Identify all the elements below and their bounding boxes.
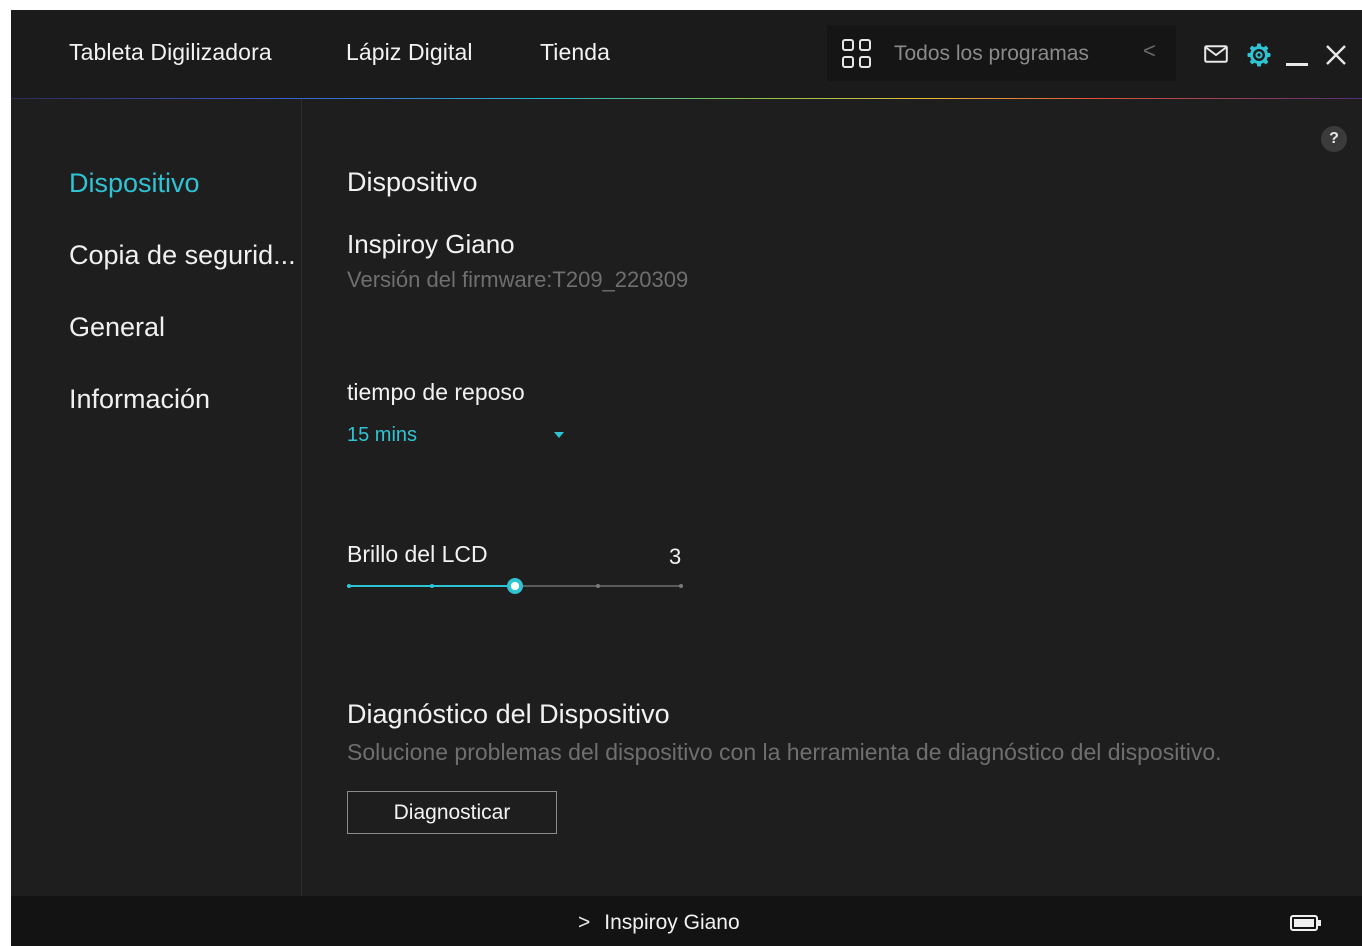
sleep-time-dropdown[interactable]: 15 mins [347, 421, 567, 451]
main-panel: ? Dispositivo Inspiroy Giano Versión del… [303, 99, 1362, 896]
settings-gear-icon[interactable] [1247, 43, 1271, 72]
nav-tablet[interactable]: Tableta Digilizadora [69, 39, 272, 66]
slider-tick [347, 584, 351, 588]
sidebar: Dispositivo Copia de segurid... General … [11, 99, 302, 896]
sidebar-item-general[interactable]: General [69, 312, 165, 343]
lcd-brightness-label: Brillo del LCD [347, 541, 488, 567]
close-icon[interactable] [1325, 44, 1347, 71]
dropdown-caret-icon [554, 432, 564, 438]
firmware-version: Versión del firmware:T209_220309 [347, 267, 689, 292]
sidebar-item-info[interactable]: Información [69, 384, 210, 415]
sidebar-item-backup[interactable]: Copia de segurid... [69, 240, 296, 271]
lcd-brightness-value: 3 [669, 544, 682, 569]
nav-store[interactable]: Tienda [540, 39, 610, 66]
app-window: Tableta Digilizadora Lápiz Digital Tiend… [11, 10, 1362, 946]
sleep-time-label: tiempo de reposo [347, 379, 525, 405]
slider-tick [679, 584, 683, 588]
slider-tick [596, 584, 600, 588]
minimize-icon[interactable] [1286, 54, 1308, 72]
chevron-right-icon: > [578, 911, 591, 934]
help-icon[interactable]: ? [1321, 126, 1347, 152]
diagnostics-title: Diagnóstico del Dispositivo [347, 699, 670, 729]
slider-tick [430, 584, 434, 588]
page-title: Dispositivo [347, 167, 478, 197]
top-bar: Tableta Digilizadora Lápiz Digital Tiend… [11, 10, 1362, 99]
apps-grid-icon [842, 39, 872, 69]
back-chevron-icon[interactable]: < [1143, 38, 1156, 64]
diagnostics-description: Solucione problemas del dispositivo con … [347, 739, 1222, 765]
diagnose-button[interactable]: Diagnosticar [347, 791, 557, 834]
sleep-time-value: 15 mins [347, 424, 418, 446]
nav-pen[interactable]: Lápiz Digital [346, 39, 473, 66]
slider-thumb[interactable] [507, 578, 523, 594]
battery-icon [1290, 915, 1322, 931]
all-programs-button[interactable]: Todos los programas < [827, 25, 1176, 81]
all-programs-label: Todos los programas [894, 42, 1089, 65]
status-bar: > Inspiroy Giano [11, 896, 1362, 946]
sidebar-item-device[interactable]: Dispositivo [69, 168, 200, 199]
device-selector[interactable]: > Inspiroy Giano [578, 911, 740, 935]
lcd-brightness-slider[interactable] [347, 573, 683, 599]
mail-icon[interactable] [1204, 45, 1228, 68]
device-name: Inspiroy Giano [347, 229, 515, 259]
device-selector-label: Inspiroy Giano [604, 911, 740, 934]
